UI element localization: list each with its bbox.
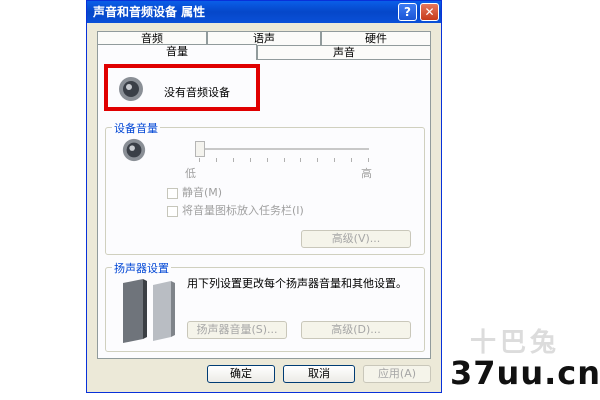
device-volume-title: 设备音量 bbox=[112, 120, 160, 136]
cancel-button[interactable]: 取消 bbox=[283, 365, 355, 383]
title-bar[interactable]: 声音和音频设备 属性 ? ✕ bbox=[87, 1, 441, 23]
taskbar-checkbox[interactable] bbox=[167, 205, 178, 217]
volume-slider-track[interactable] bbox=[199, 148, 369, 162]
slider-tick bbox=[351, 158, 352, 162]
device-status-text: 没有音频设备 bbox=[164, 86, 230, 99]
mute-checkbox-row[interactable]: 静音(M) bbox=[167, 184, 222, 200]
properties-dialog: 声音和音频设备 属性 ? ✕ 音频 语声 硬件 音量 声音 没有音频设备 设备音… bbox=[86, 0, 442, 393]
help-button[interactable]: ? bbox=[398, 3, 417, 21]
mute-label: 静音(M) bbox=[182, 186, 223, 199]
slider-tick bbox=[368, 158, 369, 162]
close-button[interactable]: ✕ bbox=[420, 3, 439, 21]
slider-tick bbox=[199, 158, 200, 162]
speaker-settings-description: 用下列设置更改每个扬声器音量和其他设置。 bbox=[187, 277, 407, 290]
volume-advanced-button[interactable]: 高级(V)... bbox=[301, 230, 411, 248]
slider-tick bbox=[216, 158, 217, 162]
taskbar-label: 将音量图标放入任务栏(I) bbox=[182, 204, 304, 217]
ok-button[interactable]: 确定 bbox=[207, 365, 275, 383]
slider-tick bbox=[334, 158, 335, 162]
speakers-icon bbox=[123, 279, 175, 343]
tab-volume[interactable]: 音量 bbox=[97, 44, 257, 60]
volume-slider-thumb[interactable] bbox=[195, 141, 205, 157]
slider-tick bbox=[267, 158, 268, 162]
volume-low-label: 低 bbox=[185, 167, 196, 180]
tab-hardware[interactable]: 硬件 bbox=[321, 31, 431, 46]
volume-slider-ticks bbox=[199, 158, 369, 162]
mute-checkbox[interactable] bbox=[167, 187, 178, 199]
taskbar-checkbox-row[interactable]: 将音量图标放入任务栏(I) bbox=[167, 202, 304, 218]
slider-tick bbox=[233, 158, 234, 162]
speaker-advanced-button[interactable]: 高级(D)... bbox=[301, 321, 411, 339]
volume-high-label: 高 bbox=[361, 167, 372, 180]
speaker-settings-title: 扬声器设置 bbox=[112, 260, 171, 276]
slider-tick bbox=[300, 158, 301, 162]
slider-tick bbox=[284, 158, 285, 162]
speaker-volume-button[interactable]: 扬声器音量(S)... bbox=[187, 321, 287, 339]
slider-tick bbox=[250, 158, 251, 162]
volume-speaker-icon bbox=[122, 138, 146, 162]
apply-button[interactable]: 应用(A) bbox=[363, 365, 431, 383]
window-title: 声音和音频设备 属性 bbox=[93, 5, 206, 19]
watermark-logo: 37uu.cn bbox=[450, 354, 600, 392]
slider-tick bbox=[317, 158, 318, 162]
tab-sounds[interactable]: 声音 bbox=[257, 45, 431, 60]
